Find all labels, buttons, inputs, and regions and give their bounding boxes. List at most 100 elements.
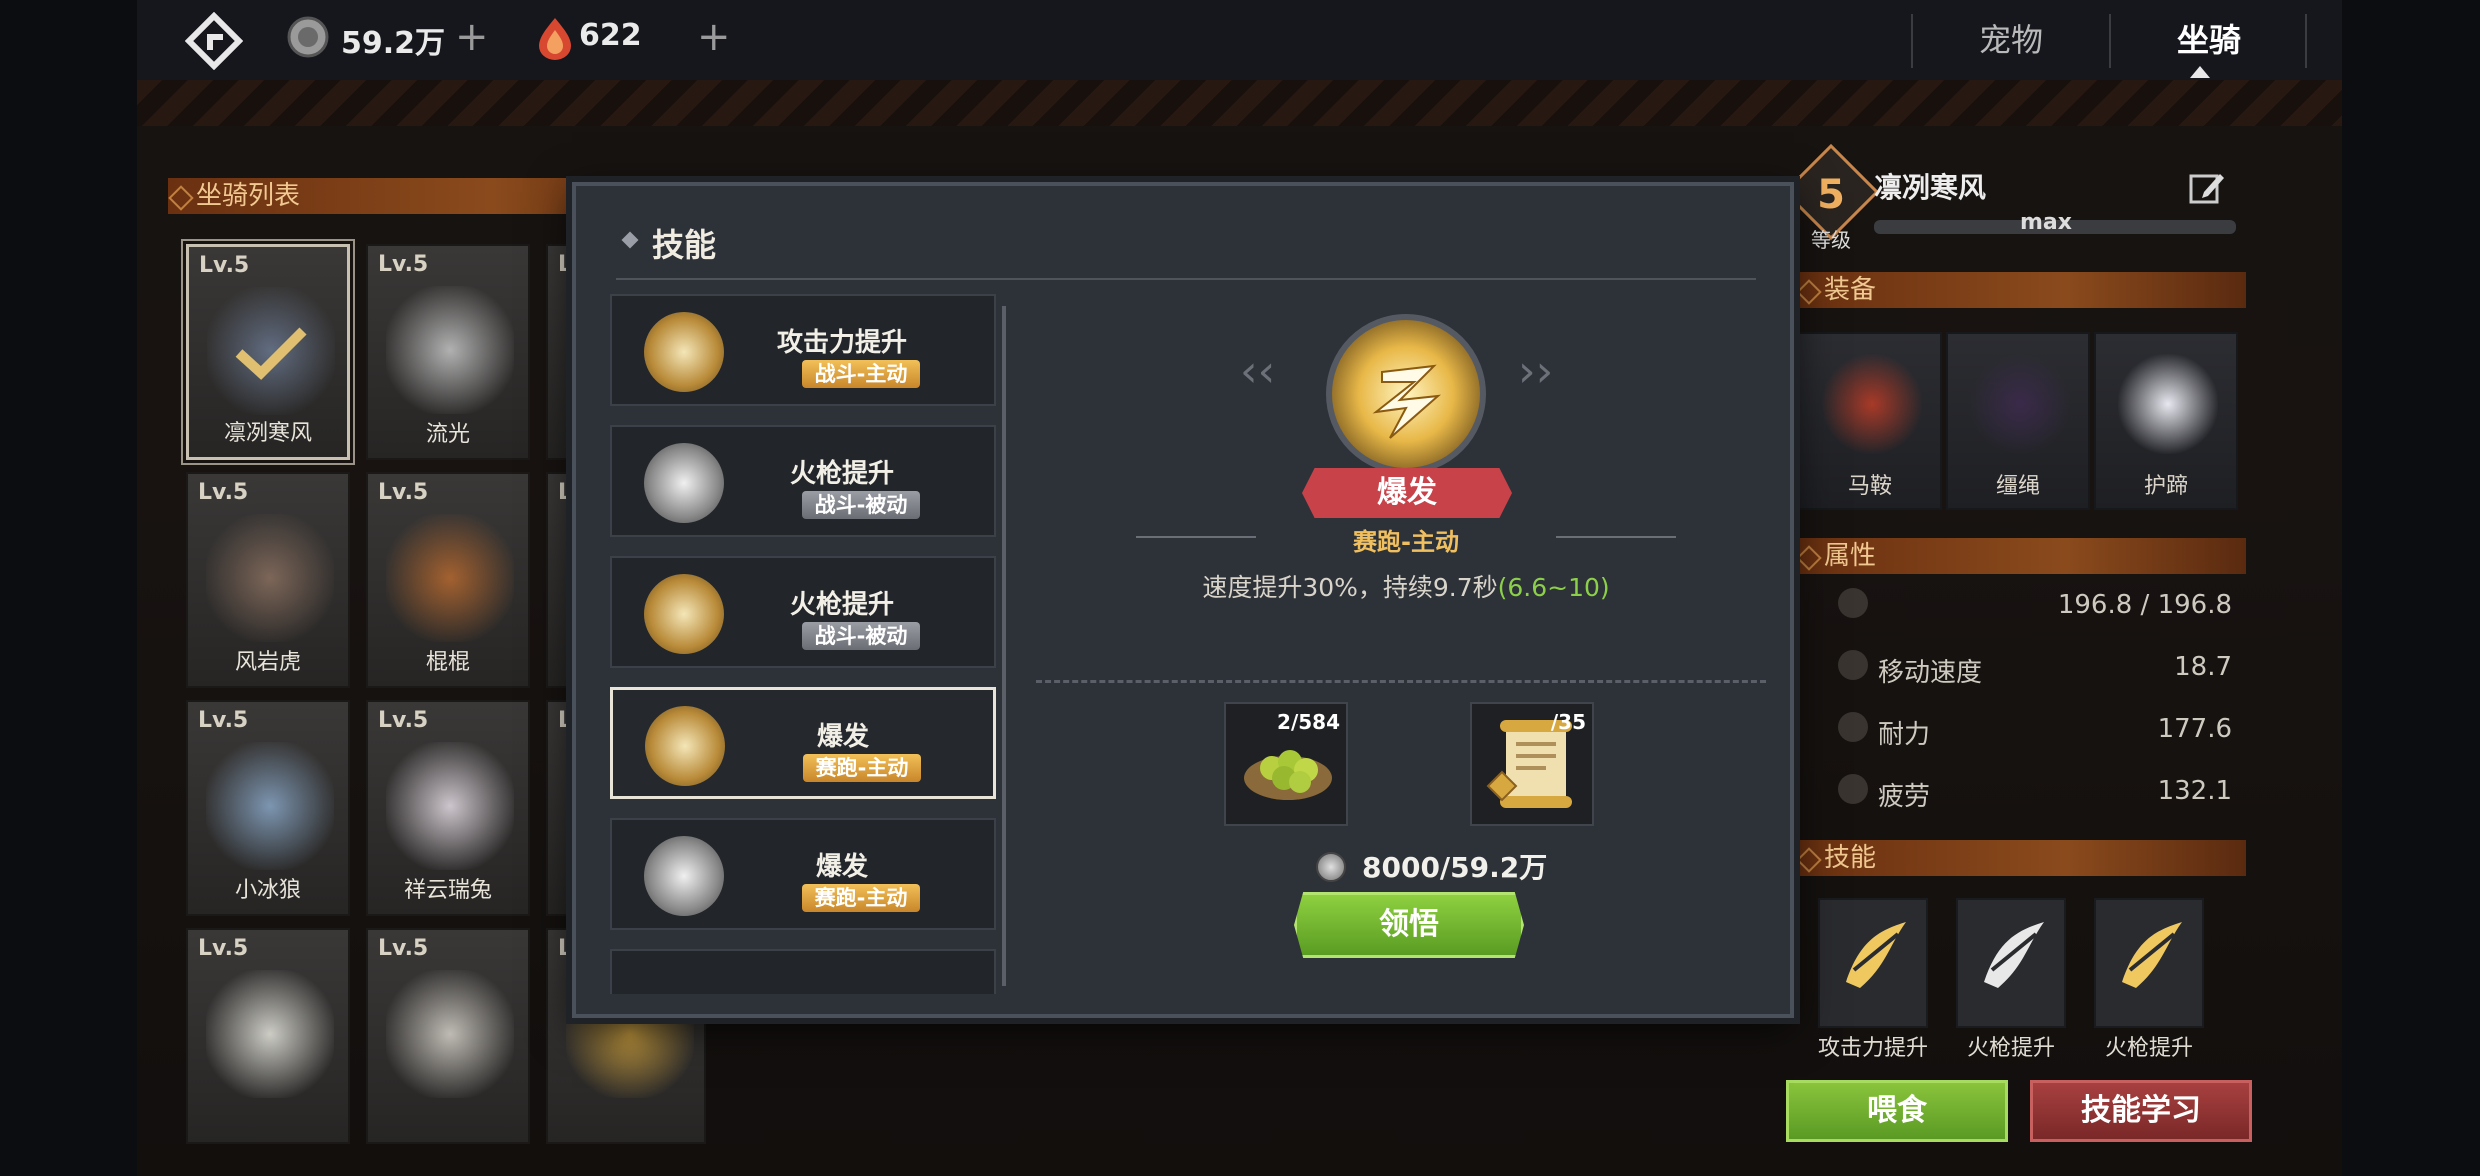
skill-type: 赛跑-主动: [1353, 528, 1459, 556]
mount-name: 凛冽寒风: [1874, 171, 1987, 204]
attr-row: 移动速度 18.7: [1838, 640, 2240, 694]
equip-slot[interactable]: 马鞍: [1798, 332, 1942, 510]
selected-check-icon: [235, 327, 307, 380]
skill-item-name: 爆发: [815, 852, 868, 882]
equip-icon: [1822, 354, 1922, 454]
mount-card[interactable]: Lv.5: [366, 928, 530, 1144]
attr-value: 132.1: [2157, 776, 2232, 806]
equip-slot[interactable]: 缰绳: [1946, 332, 2090, 510]
mount-card[interactable]: Lv.5 凛冽寒风: [181, 239, 355, 465]
equip-name: 缰绳: [1995, 474, 2040, 499]
mount-portrait: [386, 514, 514, 642]
skill-header: 技能: [1796, 840, 2246, 876]
skill-item-name: 爆发: [816, 722, 869, 752]
attr-key: 疲劳: [1878, 782, 1931, 812]
comprehend-button[interactable]: 领悟: [1294, 892, 1524, 958]
skill-item-tag: 赛跑-主动: [802, 884, 920, 912]
mount-skill-icon: [1846, 922, 1906, 988]
skill-modal: 技能 攻击力提升 战斗-主动 火枪提升 战斗-被动 火枪提升 战斗-被动 爆发 赛跑-主动 爆发…: [572, 182, 1794, 1018]
feed-button[interactable]: 喂食: [1786, 1080, 2008, 1142]
home-logo-icon[interactable]: [185, 12, 243, 70]
gem-icon: [539, 18, 571, 60]
attr-row: 耐力 177.6: [1838, 702, 2240, 756]
mount-card-name: 棍棍: [425, 650, 470, 675]
equip-slot[interactable]: 护蹄: [2094, 332, 2238, 510]
attr-key: 移动速度: [1878, 658, 1983, 688]
skill-list-item[interactable]: 爆发 赛跑-主动: [610, 687, 996, 799]
skill-item-tag: 战斗-主动: [802, 360, 920, 388]
skill-item-icon: [644, 574, 724, 654]
section-divider: [1036, 680, 1766, 683]
attr-key: 耐力: [1878, 720, 1931, 750]
skill-item-tag: 战斗-被动: [802, 491, 920, 519]
mount-skill-icon: [2122, 922, 2182, 988]
attr-row: 196.8 / 196.8: [1838, 578, 2240, 632]
equip-header: 装备: [1796, 272, 2246, 308]
material-count: /35: [1550, 710, 1586, 734]
attr-header: 属性: [1796, 538, 2246, 574]
level-label: 等级: [1811, 228, 1851, 252]
mount-card-name: 祥云瑞兔: [403, 878, 492, 903]
mount-card-name: 风岩虎: [234, 650, 301, 675]
tab-pets[interactable]: 宠物: [1913, 0, 2109, 80]
mount-skill-slot[interactable]: [1818, 898, 1928, 1028]
skill-item-name: 火枪提升: [789, 590, 894, 620]
mount-portrait: [206, 514, 334, 642]
equip-icon: [2118, 354, 2218, 454]
skill-name-banner: 爆发: [1302, 468, 1512, 518]
mount-card[interactable]: Lv.5 流光: [366, 244, 530, 460]
material-slot[interactable]: /35: [1470, 702, 1594, 826]
mount-card[interactable]: Lv.5 祥云瑞兔: [366, 700, 530, 916]
tab-divider: [2305, 14, 2307, 68]
title-bullet-icon: [621, 231, 639, 249]
skill-list-item[interactable]: 火枪提升 战斗-被动: [610, 556, 996, 668]
exp-value: max: [2020, 210, 2072, 235]
skill-list-scrollbar[interactable]: [1002, 306, 1006, 986]
skill-list[interactable]: 攻击力提升 战斗-主动 火枪提升 战斗-被动 火枪提升 战斗-被动 爆发 赛跑-主动 爆发 赛跑-…: [610, 294, 1002, 994]
material-slot[interactable]: 2/584: [1224, 702, 1348, 826]
burst-skill-icon: [1326, 314, 1486, 474]
skill-list-item[interactable]: 火枪提升 战斗-被动: [610, 425, 996, 537]
mount-card-level: Lv.5: [378, 936, 429, 961]
mount-card-level: Lv.5: [378, 252, 429, 277]
mount-card[interactable]: Lv.5: [186, 928, 350, 1144]
subtype-divider-left: [1136, 536, 1256, 538]
edit-name-icon[interactable]: [2188, 168, 2226, 206]
mount-card-name: 流光: [425, 422, 470, 447]
mount-card[interactable]: Lv.5 小冰狼: [186, 700, 350, 916]
mount-card-level: Lv.5: [198, 936, 249, 961]
skill-item-icon: [644, 312, 724, 392]
attr-value: 18.7: [2174, 652, 2232, 682]
title-divider: [616, 278, 1756, 280]
mount-portrait: [206, 742, 334, 870]
learn-cost: 8000/59.2万: [1362, 851, 1548, 884]
gem-balance: 622: [579, 18, 642, 53]
mount-portrait: [386, 286, 514, 414]
equip-name: 马鞍: [1847, 474, 1892, 499]
mount-card-level: Lv.5: [378, 708, 429, 733]
attr-value: 196.8 / 196.8: [2057, 590, 2232, 620]
skill-item-name: 攻击力提升: [776, 328, 907, 358]
mount-skill-label: 攻击力提升: [1817, 1036, 1928, 1061]
mount-card[interactable]: Lv.5 风岩虎: [186, 472, 350, 688]
mount-skill-slot[interactable]: [1956, 898, 2066, 1028]
skill-list-item[interactable]: 爆发 赛跑-主动: [610, 818, 996, 930]
right-ornament-icon: ››: [1518, 346, 1554, 397]
mount-card-name: 凛冽寒风: [223, 421, 312, 446]
active-tab-indicator: [2190, 66, 2210, 78]
skill-learn-button[interactable]: 技能学习: [2030, 1080, 2252, 1142]
mount-skill-slot[interactable]: [2094, 898, 2204, 1028]
skill-list-item-partial[interactable]: [610, 949, 996, 994]
attr-value: 177.6: [2157, 714, 2232, 744]
mount-portrait: [206, 970, 334, 1098]
mount-card[interactable]: Lv.5 棍棍: [366, 472, 530, 688]
skill-list-item[interactable]: 攻击力提升 战斗-主动: [610, 294, 996, 406]
subtype-divider-right: [1556, 536, 1676, 538]
add-coins-button[interactable]: +: [455, 14, 489, 60]
skill-item-name: 火枪提升: [789, 459, 894, 489]
mount-card-level: Lv.5: [378, 480, 429, 505]
skill-item-icon: [644, 443, 724, 523]
add-gems-button[interactable]: +: [697, 14, 731, 60]
coin-icon: [287, 16, 329, 58]
left-ornament-icon: ‹‹: [1240, 346, 1276, 397]
